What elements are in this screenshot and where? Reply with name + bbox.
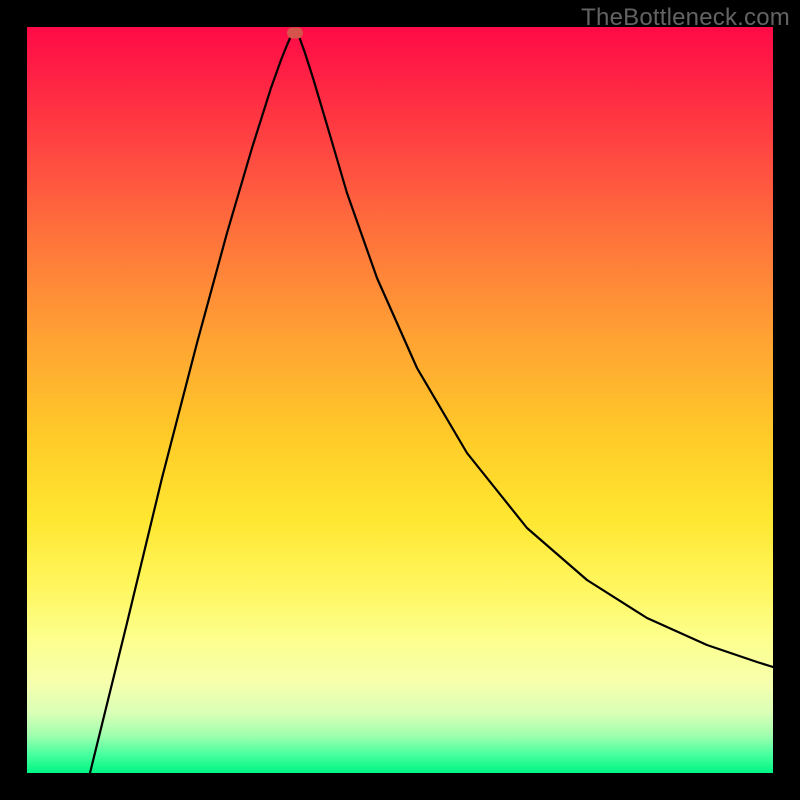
curve-svg — [27, 27, 773, 773]
watermark-text: TheBottleneck.com — [581, 4, 790, 32]
min-marker — [287, 28, 303, 39]
chart-frame: TheBottleneck.com — [0, 0, 800, 800]
plot-area — [27, 27, 773, 773]
curve-path — [90, 31, 773, 773]
